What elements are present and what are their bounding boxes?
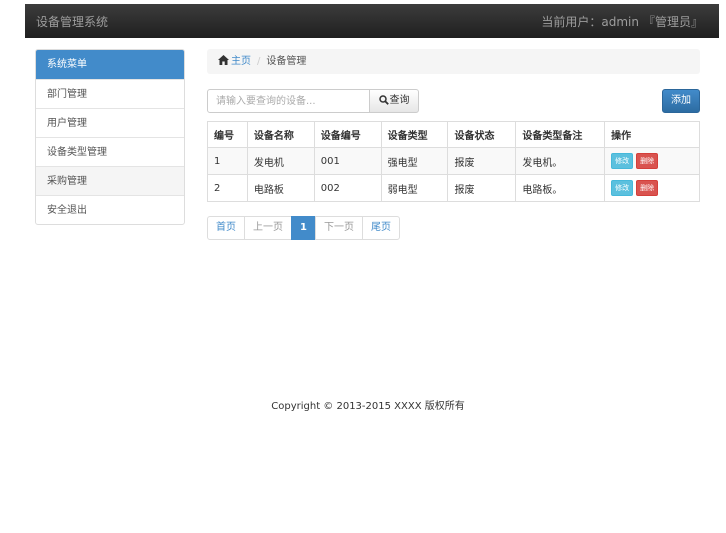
sidebar-item-purchase[interactable]: 采购管理 <box>36 166 184 195</box>
cell-code: 002 <box>313 174 382 202</box>
breadcrumb-home[interactable]: 主页 <box>218 55 251 67</box>
edit-button[interactable]: 修改 <box>611 180 634 196</box>
user-role: 『管理员』 <box>642 15 703 29</box>
col-header-actions: 操作 <box>604 121 700 148</box>
sidebar-header: 系统菜单 <box>36 50 184 79</box>
device-table: 编号 设备名称 设备编号 设备类型 设备状态 设备类型备注 操作 1 发电机 0… <box>207 121 700 202</box>
col-header-status: 设备状态 <box>447 121 517 148</box>
top-navbar: 设备管理系统 当前用户：admin 『管理员』 <box>25 4 719 38</box>
cell-status: 报废 <box>447 174 517 202</box>
breadcrumb-separator: / <box>257 56 261 67</box>
pagination: 首页 上一页 1 下一页 尾页 <box>207 216 400 240</box>
page-prev[interactable]: 上一页 <box>244 216 292 240</box>
breadcrumb: 主页 / 设备管理 <box>207 49 700 74</box>
edit-button[interactable]: 修改 <box>611 153 634 169</box>
cell-code: 001 <box>313 147 382 175</box>
col-header-name: 设备名称 <box>246 121 315 148</box>
search-input[interactable] <box>207 89 370 113</box>
sidebar-item-device-types[interactable]: 设备类型管理 <box>36 137 184 166</box>
page-next[interactable]: 下一页 <box>314 216 363 240</box>
sidebar-item-department[interactable]: 部门管理 <box>36 79 184 108</box>
page-current[interactable]: 1 <box>291 216 316 240</box>
cell-actions: 修改 删除 <box>604 174 700 202</box>
col-header-code: 设备编号 <box>313 121 382 148</box>
current-user-info: 当前用户：admin 『管理员』 <box>541 13 703 30</box>
search-button[interactable]: 查询 <box>369 89 419 113</box>
cell-id: 2 <box>207 174 248 202</box>
table-row: 1 发电机 001 强电型 报废 发电机。 修改 删除 <box>207 147 700 175</box>
cell-status: 报废 <box>447 147 517 175</box>
cell-remark: 电路板。 <box>515 174 606 202</box>
search-button-label: 查询 <box>389 95 410 106</box>
col-header-remark: 设备类型备注 <box>515 121 606 148</box>
col-header-type: 设备类型 <box>380 121 449 148</box>
table-header-row: 编号 设备名称 设备编号 设备类型 设备状态 设备类型备注 操作 <box>207 121 700 148</box>
cell-type: 弱电型 <box>380 174 449 202</box>
col-header-id: 编号 <box>207 121 248 148</box>
cell-actions: 修改 删除 <box>604 147 700 175</box>
sidebar-menu: 系统菜单 部门管理 用户管理 设备类型管理 采购管理 安全退出 <box>35 49 185 225</box>
cell-name: 电路板 <box>246 174 315 202</box>
sidebar-item-logout[interactable]: 安全退出 <box>36 195 184 224</box>
delete-button[interactable]: 删除 <box>636 153 659 169</box>
page-last[interactable]: 尾页 <box>361 216 400 240</box>
footer-copyright: Copyright © 2013-2015 XXXX 版权所有 <box>271 401 465 412</box>
table-row: 2 电路板 002 弱电型 报废 电路板。 修改 删除 <box>207 174 700 202</box>
cell-id: 1 <box>207 147 248 175</box>
page-first[interactable]: 首页 <box>207 216 245 240</box>
cell-remark: 发电机。 <box>515 147 606 175</box>
app-title[interactable]: 设备管理系统 <box>36 13 108 30</box>
user-prefix: 当前用户： <box>541 15 602 29</box>
delete-button[interactable]: 删除 <box>636 180 659 196</box>
add-button[interactable]: 添加 <box>662 89 700 113</box>
cell-type: 强电型 <box>380 147 449 175</box>
cell-name: 发电机 <box>246 147 315 175</box>
home-icon <box>218 50 229 75</box>
breadcrumb-home-label: 主页 <box>231 56 251 67</box>
search-icon <box>378 95 389 105</box>
username: admin <box>601 15 639 29</box>
sidebar-item-users[interactable]: 用户管理 <box>36 108 184 137</box>
breadcrumb-current: 设备管理 <box>266 56 307 67</box>
